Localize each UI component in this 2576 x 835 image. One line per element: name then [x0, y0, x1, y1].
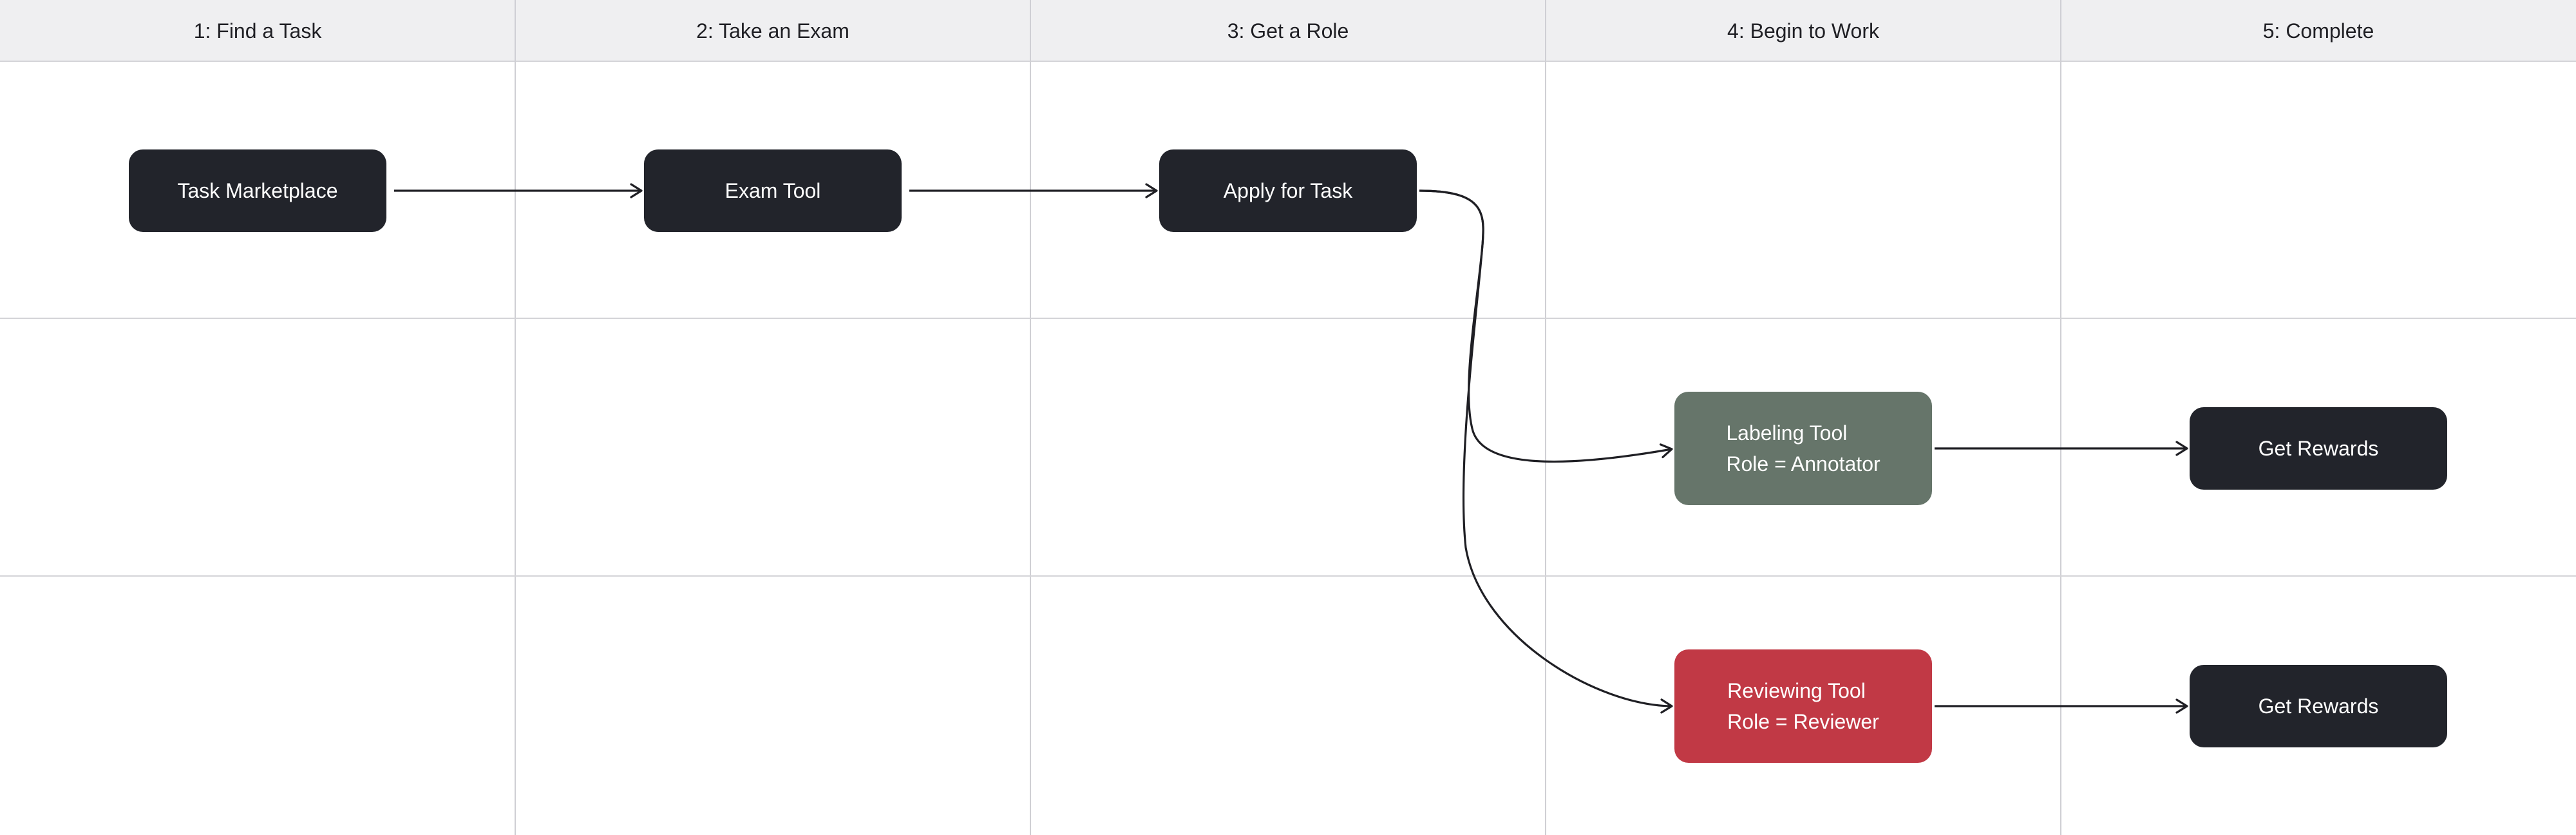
column-divider — [1545, 0, 1546, 835]
node-get-rewards-annotator[interactable]: Get Rewards — [2190, 407, 2447, 490]
column-header-get-role: 3: Get a Role — [1227, 19, 1349, 43]
node-apply-for-task[interactable]: Apply for Task — [1159, 149, 1417, 232]
node-label-group: Labeling Tool Role = Annotator — [1726, 418, 1880, 479]
node-task-marketplace[interactable]: Task Marketplace — [129, 149, 386, 232]
row-divider — [0, 318, 2576, 319]
column-divider — [1030, 0, 1031, 835]
node-role: Role = Reviewer — [1727, 710, 1879, 733]
node-label-group: Reviewing Tool Role = Reviewer — [1727, 675, 1879, 737]
swimlane-board: 1: Find a Task 2: Take an Exam 3: Get a … — [0, 0, 2576, 835]
node-title: Labeling Tool — [1726, 421, 1848, 445]
node-reviewing-tool[interactable]: Reviewing Tool Role = Reviewer — [1674, 649, 1932, 763]
column-header-find-task: 1: Find a Task — [193, 19, 322, 43]
column-divider — [2060, 0, 2061, 835]
node-exam-tool[interactable]: Exam Tool — [644, 149, 902, 232]
node-label: Apply for Task — [1223, 178, 1353, 202]
node-label: Get Rewards — [2258, 694, 2379, 718]
node-title: Reviewing Tool — [1727, 679, 1866, 702]
column-header-complete: 5: Complete — [2262, 19, 2374, 43]
column-header-take-exam: 2: Take an Exam — [696, 19, 849, 43]
node-label: Get Rewards — [2258, 436, 2379, 460]
row-divider — [0, 575, 2576, 577]
column-header-begin-work: 4: Begin to Work — [1727, 19, 1879, 43]
node-label: Task Marketplace — [177, 178, 338, 202]
node-role: Role = Annotator — [1726, 452, 1880, 475]
node-labeling-tool[interactable]: Labeling Tool Role = Annotator — [1674, 392, 1932, 505]
node-get-rewards-reviewer[interactable]: Get Rewards — [2190, 665, 2447, 747]
node-label: Exam Tool — [724, 178, 821, 202]
column-divider — [515, 0, 516, 835]
